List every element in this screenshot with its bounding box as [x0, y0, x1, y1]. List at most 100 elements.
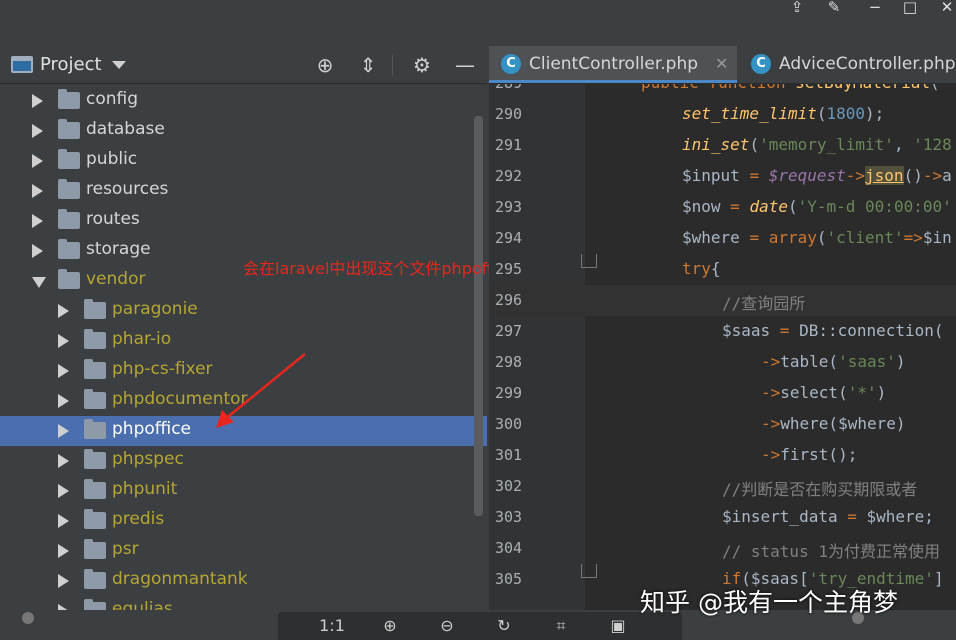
code-line[interactable]: 303 $insert_data = $where; [489, 502, 956, 533]
line-number: 293 [495, 198, 523, 216]
tree-item-label: phpoffice [112, 419, 191, 439]
expand-arrow-icon[interactable] [58, 544, 69, 558]
fold-marker-icon[interactable] [581, 254, 597, 268]
code-text: ->table('saas') [761, 352, 906, 371]
expand-arrow-icon[interactable] [32, 184, 43, 198]
code-editor[interactable]: 289 public function setBuyMaterial(290 set… [489, 84, 956, 610]
editor-tab-client-controller[interactable]: C ClientController.php ✕ [489, 46, 737, 83]
fold-marker-icon[interactable] [581, 564, 597, 578]
code-line[interactable]: 304 // status 1为付费正常使用 [489, 533, 956, 564]
code-line[interactable]: 302 //判断是否在购买期限或者 [489, 471, 956, 502]
tree-item-label: predis [112, 509, 165, 529]
folder-icon [58, 119, 80, 139]
code-line[interactable]: 295 try{ [489, 254, 956, 285]
expand-arrow-icon[interactable] [58, 454, 69, 468]
code-text: $insert_data = $where; [722, 507, 934, 526]
expand-arrow-icon[interactable] [32, 154, 43, 168]
php-class-icon: C [501, 54, 521, 74]
code-line[interactable]: 289 public function setBuyMaterial( [489, 84, 956, 99]
close-tab-icon[interactable]: ✕ [715, 54, 728, 73]
close-window-icon[interactable]: ✕ [935, 0, 956, 18]
code-line[interactable]: 291 ini_set('memory_limit', '128 [489, 130, 956, 161]
expand-arrow-icon[interactable] [32, 94, 43, 108]
code-line[interactable]: 300 ->where($where) [489, 409, 956, 440]
zoom-in-icon[interactable]: ⊕ [375, 613, 405, 639]
chevron-down-icon[interactable] [112, 61, 126, 69]
folder-icon [84, 479, 106, 499]
tree-item-psr[interactable]: psr [0, 536, 487, 566]
folder-icon [84, 539, 106, 559]
tree-item-paragonie[interactable]: paragonie [0, 296, 487, 326]
expand-arrow-icon[interactable] [32, 214, 43, 228]
actual-size-button[interactable]: 1:1 [317, 613, 347, 639]
code-line[interactable]: 297 $saas = DB::connection( [489, 316, 956, 347]
code-line[interactable]: 296 //查询园所 [489, 285, 956, 316]
expand-arrow-icon[interactable] [58, 304, 69, 318]
expand-arrow-icon[interactable] [58, 364, 69, 378]
folder-icon [84, 389, 106, 409]
pin-icon[interactable]: ⇪ [785, 0, 809, 18]
expand-arrow-icon[interactable] [58, 334, 69, 348]
tree-item-config[interactable]: config [0, 86, 487, 116]
expand-arrow-icon[interactable] [58, 424, 69, 438]
collapse-all-icon[interactable]: ⇕ [355, 52, 381, 78]
folder-icon [58, 149, 80, 169]
expand-arrow-open-icon[interactable] [32, 277, 46, 288]
code-text: //判断是否在购买期限或者 [722, 480, 918, 499]
zoom-out-icon[interactable]: ⊖ [432, 613, 462, 639]
code-line[interactable]: 301 ->first(); [489, 440, 956, 471]
folder-icon [84, 449, 106, 469]
code-text: // status 1为付费正常使用 [722, 542, 940, 561]
tree-item-database[interactable]: database [0, 116, 487, 146]
tree-item-label: dragonmantank [112, 569, 248, 589]
left-scroll-handle[interactable] [22, 612, 34, 624]
project-window-icon [11, 56, 33, 73]
rotate-icon[interactable]: ↻ [489, 613, 519, 639]
gear-icon[interactable]: ⚙ [409, 52, 435, 78]
pushpin-icon[interactable]: ✎ [822, 0, 846, 18]
expand-arrow-icon[interactable] [58, 574, 69, 588]
crop-icon[interactable]: ⌗ [546, 613, 576, 639]
folder-icon [58, 209, 80, 229]
code-line[interactable]: 293 $now = date('Y-m-d 00:00:00' [489, 192, 956, 223]
line-number: 297 [495, 322, 523, 340]
expand-arrow-icon[interactable] [32, 244, 43, 258]
tree-item-label: resources [86, 179, 169, 199]
tree-item-phpspec[interactable]: phpspec [0, 446, 487, 476]
line-number: 300 [495, 415, 523, 433]
code-line[interactable]: 299 ->select('*') [489, 378, 956, 409]
expand-arrow-icon[interactable] [58, 484, 69, 498]
code-line[interactable]: 290 set_time_limit(1800); [489, 99, 956, 130]
tree-item-phpunit[interactable]: phpunit [0, 476, 487, 506]
expand-arrow-icon[interactable] [32, 124, 43, 138]
folder-icon [84, 509, 106, 529]
minimize-icon[interactable]: − [863, 0, 887, 18]
code-text: ini_set('memory_limit', '128 [682, 135, 952, 154]
line-number: 301 [495, 446, 523, 464]
code-line[interactable]: 298 ->table('saas') [489, 347, 956, 378]
code-line[interactable]: 292 $input = $request->json()->a [489, 161, 956, 192]
tree-scrollbar[interactable] [474, 116, 483, 516]
line-number: 305 [495, 570, 523, 588]
line-number: 303 [495, 508, 523, 526]
tree-item-resources[interactable]: resources [0, 176, 487, 206]
tree-item-dragonmantank[interactable]: dragonmantank [0, 566, 487, 596]
maximize-icon[interactable]: □ [898, 0, 922, 18]
code-text: public function setBuyMaterial( [641, 84, 940, 92]
expand-arrow-icon[interactable] [58, 394, 69, 408]
tree-item-routes[interactable]: routes [0, 206, 487, 236]
tree-item-public[interactable]: public [0, 146, 487, 176]
save-icon[interactable]: ▣ [603, 613, 633, 639]
project-view-title[interactable]: Project [40, 54, 102, 75]
project-panel-header: Project ⊕ ⇕ ⚙ — [0, 46, 487, 84]
tree-item-label: public [86, 149, 138, 169]
tree-item-egulias[interactable]: egulias [0, 596, 487, 610]
line-number: 302 [495, 477, 523, 495]
locate-file-icon[interactable]: ⊕ [312, 52, 338, 78]
tree-item-predis[interactable]: predis [0, 506, 487, 536]
editor-tab-advice-controller[interactable]: C AdviceController.php [739, 46, 956, 83]
tree-item-label: config [86, 89, 139, 109]
code-line[interactable]: 294 $where = array('client'=>$in [489, 223, 956, 254]
expand-arrow-icon[interactable] [58, 514, 69, 528]
hide-panel-icon[interactable]: — [452, 52, 478, 78]
